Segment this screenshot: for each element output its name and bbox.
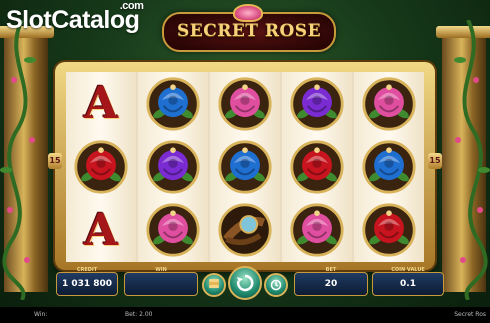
purple-rose-icon (146, 140, 200, 194)
red-rose-icon (290, 140, 344, 194)
reel-symbol (282, 135, 352, 198)
payline-badge-left: 15 (48, 153, 62, 169)
reel-symbol: A (66, 72, 136, 135)
bet-value: 20 (324, 279, 338, 289)
coins-icon (209, 279, 219, 288)
site-logo: SlotCatalog .com (6, 0, 144, 35)
reel-symbol (138, 135, 208, 198)
game-scene: SlotCatalog .com SECRET ROSE AA 15 15 CR… (0, 0, 490, 323)
status-bet: Bet: 2.00 (125, 311, 153, 318)
game-title: SECRET ROSE (176, 21, 322, 41)
blue-rose-icon (146, 77, 200, 131)
reel-symbol (138, 199, 208, 262)
pink-rose-icon (218, 77, 272, 131)
reel-symbol (354, 72, 424, 135)
credit-panel: CREDIT 1 031 800 (56, 267, 118, 296)
turbo-button[interactable] (264, 273, 288, 297)
bet-panel[interactable]: BET 20 (294, 267, 368, 296)
win-label: WIN (155, 267, 167, 273)
pink-rose-icon (146, 203, 200, 257)
autoplay-button[interactable] (202, 273, 226, 297)
compass-bracelet-icon (218, 203, 272, 257)
reel-symbol (354, 135, 424, 198)
reel-symbol (282, 199, 352, 262)
reel-symbol (210, 135, 280, 198)
reel-grid: AA (66, 72, 424, 262)
letter-a-symbol: A (83, 78, 119, 130)
turbo-icon (270, 279, 282, 291)
bet-label: BET (325, 267, 337, 273)
reel-symbol (138, 72, 208, 135)
blue-rose-icon (362, 140, 416, 194)
status-win: Win: (34, 311, 48, 318)
coin-value: 0.1 (400, 279, 416, 289)
reel-2 (138, 72, 208, 262)
win-panel: WIN (124, 267, 198, 296)
reel-symbol: A (66, 199, 136, 262)
pink-rose-icon (290, 203, 344, 257)
title-gem-icon (233, 4, 263, 22)
letter-a-symbol: A (83, 204, 119, 256)
spin-icon (236, 274, 254, 292)
reel-symbol (354, 199, 424, 262)
purple-rose-icon (290, 77, 344, 131)
credit-value: 1 031 800 (61, 279, 113, 289)
credit-label: CREDIT (76, 267, 98, 273)
pink-rose-icon (362, 77, 416, 131)
status-game-name: Secret Ros (454, 311, 486, 318)
reel-symbol (210, 199, 280, 262)
site-logo-domain: .com (119, 0, 144, 12)
reel-4 (282, 72, 352, 262)
red-rose-icon (74, 140, 128, 194)
blue-rose-icon (218, 140, 272, 194)
coin-value-label: COIN VALUE (391, 267, 425, 273)
spin-button[interactable] (228, 266, 262, 300)
reel-1: AA (66, 72, 136, 262)
reel-5 (354, 72, 424, 262)
red-rose-icon (362, 203, 416, 257)
coin-value-panel[interactable]: COIN VALUE 0.1 (372, 267, 444, 296)
reel-3 (210, 72, 280, 262)
reel-symbol (210, 72, 280, 135)
payline-badge-right: 15 (428, 153, 442, 169)
status-bar: Win: Bet: 2.00 Secret Ros (0, 307, 490, 323)
reel-symbol (66, 135, 136, 198)
reel-symbol (282, 72, 352, 135)
